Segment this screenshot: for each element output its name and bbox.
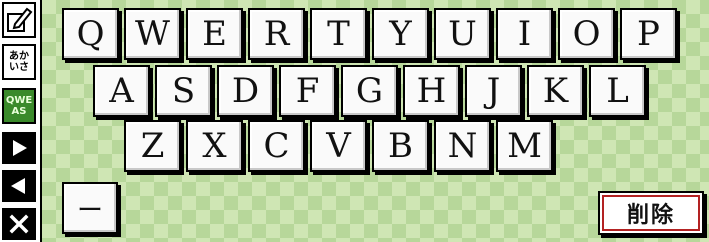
next-button[interactable] xyxy=(2,132,36,164)
back-button[interactable] xyxy=(2,170,36,202)
key-s[interactable]: S xyxy=(155,65,212,117)
close-button[interactable] xyxy=(2,208,36,240)
key-g[interactable]: G xyxy=(341,65,398,117)
qwerty-mode-label: QWE AS xyxy=(5,95,33,117)
qwerty-mode-button[interactable]: QWE AS xyxy=(2,88,36,124)
key-p[interactable]: P xyxy=(620,8,677,60)
key-x[interactable]: X xyxy=(186,120,243,172)
key-u[interactable]: U xyxy=(434,8,491,60)
key-d[interactable]: D xyxy=(217,65,274,117)
key-h[interactable]: H xyxy=(403,65,460,117)
key-q[interactable]: Q xyxy=(62,8,119,60)
key-j[interactable]: J xyxy=(465,65,522,117)
key-l[interactable]: L xyxy=(589,65,646,117)
key-z[interactable]: Z xyxy=(124,120,181,172)
key-a[interactable]: A xyxy=(93,65,150,117)
key-o[interactable]: O xyxy=(558,8,615,60)
key-t[interactable]: T xyxy=(310,8,367,60)
close-icon xyxy=(9,214,29,234)
key-i[interactable]: I xyxy=(496,8,553,60)
key-v[interactable]: V xyxy=(310,120,367,172)
input-mode-sidebar: あか いさ QWE AS xyxy=(0,0,42,242)
key-b[interactable]: B xyxy=(372,120,429,172)
key-k[interactable]: K xyxy=(527,65,584,117)
keyboard-area: Q W E R T Y U I O P A S D F G H J K L Z … xyxy=(42,0,709,242)
key-c[interactable]: C xyxy=(248,120,305,172)
handwriting-mode-button[interactable] xyxy=(2,2,36,38)
key-n[interactable]: N xyxy=(434,120,491,172)
key-e[interactable]: E xyxy=(186,8,243,60)
hiragana-mode-label: あか いさ xyxy=(9,51,29,73)
hiragana-mode-button[interactable]: あか いさ xyxy=(2,44,36,80)
key-r[interactable]: R xyxy=(248,8,305,60)
key-w[interactable]: W xyxy=(124,8,181,60)
delete-button[interactable]: 削除 xyxy=(598,191,704,235)
key-f[interactable]: F xyxy=(279,65,336,117)
key-m[interactable]: M xyxy=(496,120,553,172)
key-long-vowel-dash[interactable]: ー xyxy=(62,182,118,234)
pencil-icon xyxy=(7,7,33,32)
key-y[interactable]: Y xyxy=(372,8,429,60)
triangle-right-icon xyxy=(13,140,27,156)
triangle-left-icon xyxy=(11,178,25,194)
